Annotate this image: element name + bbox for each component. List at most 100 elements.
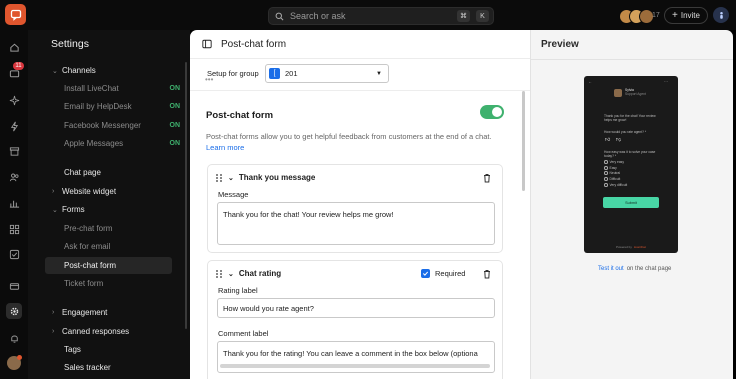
- thank-you-header[interactable]: ⌄ Thank you message: [228, 173, 315, 182]
- sidebar-item-ticket-form[interactable]: Ticket form: [52, 276, 180, 291]
- test-it-out-suffix: on the chat page: [626, 266, 672, 272]
- kbd-k: K: [476, 10, 489, 22]
- phone-option: Difficult: [604, 177, 620, 181]
- invite-label: Invite: [680, 11, 700, 20]
- chat-rating-title: Chat rating: [238, 269, 282, 278]
- sidebar-item-label: Install LiveChat: [64, 84, 119, 93]
- sidebar-item-label: Email by HelpDesk: [64, 102, 132, 111]
- plus-icon: +: [672, 9, 678, 21]
- invite-button[interactable]: + Invite: [664, 7, 708, 24]
- back-arrow-icon: ←: [588, 79, 592, 84]
- rating-label-value: How would you rate agent?: [223, 303, 314, 313]
- divider: [531, 59, 733, 60]
- customers-icon[interactable]: [6, 169, 22, 185]
- sidebar-item-website-widget[interactable]: › Website widget: [52, 184, 180, 199]
- trash-icon[interactable]: [482, 269, 492, 279]
- phone-option-label: Easy: [609, 166, 617, 170]
- sidebar-item-post-chat-form[interactable]: Post-chat form: [45, 257, 172, 274]
- sidebar-item-facebook-messenger[interactable]: Facebook Messenger ON: [52, 118, 180, 133]
- phone-question-1: How would you rate agent? *: [604, 130, 647, 134]
- sidebar-item-label: Tags: [64, 345, 81, 354]
- checklist-icon[interactable]: [6, 246, 22, 262]
- rating-label-field[interactable]: How would you rate agent?: [217, 298, 495, 318]
- sidebar-item-install-livechat[interactable]: Install LiveChat ON: [52, 81, 180, 96]
- drag-handle-icon[interactable]: [215, 173, 223, 183]
- post-chat-toggle[interactable]: [480, 105, 504, 119]
- archive-icon[interactable]: [6, 143, 22, 159]
- status-badge: ON: [169, 85, 181, 92]
- test-it-out-link[interactable]: Test it out: [598, 266, 624, 272]
- group-select[interactable]: [ 201 ▼: [265, 64, 389, 83]
- bell-icon[interactable]: [6, 330, 22, 346]
- comment-label-value: Thank you for the rating! You can leave …: [223, 349, 478, 358]
- sidebar-item-tags[interactable]: Tags: [52, 342, 180, 357]
- sidebar-item-forms[interactable]: ⌄ Forms: [52, 202, 180, 217]
- status-badge: ON: [169, 122, 181, 129]
- more-dots-icon[interactable]: •••: [205, 75, 213, 84]
- sidebar-item-label: Facebook Messenger: [64, 121, 141, 130]
- sidebar-item-apple-messages[interactable]: Apple Messages ON: [52, 136, 180, 151]
- divider: [190, 90, 530, 91]
- sidebar-item-canned-responses[interactable]: › Canned responses: [52, 324, 180, 339]
- sidebar-item-channels[interactable]: ⌄ Channels: [52, 63, 180, 78]
- chevron-down-icon: ⌄: [228, 174, 234, 182]
- reports-icon[interactable]: [6, 195, 22, 211]
- sidebar-item-email-helpdesk[interactable]: Email by HelpDesk ON: [52, 99, 180, 114]
- search-bar[interactable]: Search or ask ⌘ K: [268, 7, 494, 25]
- drag-handle-icon[interactable]: [215, 269, 223, 279]
- main-scrollbar[interactable]: [522, 91, 525, 191]
- status-badge: ON: [169, 103, 181, 110]
- search-icon: [275, 12, 284, 20]
- message-field[interactable]: Thank you for the chat! Your review help…: [217, 202, 495, 245]
- comment-label-field[interactable]: Thank you for the rating! You can leave …: [217, 341, 495, 373]
- sidebar-item-engagement[interactable]: › Engagement: [52, 305, 180, 320]
- settings-gear-icon[interactable]: [6, 303, 22, 319]
- sidebar-item-ask-for-email[interactable]: Ask for email: [52, 239, 180, 254]
- sidebar-item-sales-tracker[interactable]: Sales tracker: [52, 360, 180, 375]
- kbd-cmd: ⌘: [457, 10, 470, 22]
- home-icon[interactable]: [6, 39, 22, 55]
- sidebar-toggle-icon[interactable]: [202, 39, 212, 49]
- phone-question-2: How easy was it to solve your case today…: [604, 150, 656, 158]
- test-it-out: Test it out on the chat page: [598, 266, 671, 272]
- checkbox-checked-icon: [421, 269, 430, 278]
- trash-icon[interactable]: [482, 173, 492, 183]
- rating-label-caption: Rating label: [218, 286, 258, 295]
- app-logo[interactable]: [5, 4, 26, 25]
- sparkle-icon[interactable]: [6, 92, 22, 108]
- sidebar-scrollbar[interactable]: [185, 62, 187, 329]
- horizontal-scrollbar[interactable]: [220, 364, 490, 368]
- thumbs-down-icon: 👎︎: [616, 137, 622, 143]
- agent-avatar: [614, 89, 622, 97]
- billing-icon[interactable]: [6, 278, 22, 294]
- page-title: Post-chat form: [221, 38, 287, 50]
- powered-by: Powered by LiveChat: [616, 245, 646, 249]
- chevron-down-icon: ⌄: [228, 270, 234, 278]
- sidebar-title: Settings: [51, 38, 89, 50]
- phone-option: Very difficult: [604, 183, 627, 187]
- online-avatars[interactable]: [619, 9, 654, 24]
- sidebar-item-pre-chat-form[interactable]: Pre-chat form: [52, 221, 180, 236]
- apps-icon[interactable]: [6, 221, 22, 237]
- chevron-right-icon: ›: [52, 309, 55, 316]
- help-button[interactable]: [713, 7, 729, 23]
- chat-rating-header[interactable]: ⌄ Chat rating: [228, 269, 281, 278]
- phone-message: Thank you for the chat! Your review help…: [604, 114, 656, 122]
- group-icon: [: [269, 68, 280, 79]
- section-description: Post-chat forms allow you to get helpful…: [206, 132, 504, 153]
- sidebar-item-label: Channels: [62, 66, 96, 75]
- message-value: Thank you for the chat! Your review help…: [223, 210, 394, 219]
- sidebar-item-chat-page[interactable]: Chat page: [52, 165, 180, 180]
- learn-more-link[interactable]: Learn more: [206, 143, 244, 152]
- lightning-icon[interactable]: [6, 118, 22, 134]
- phone-preview: ← ⋯ Sylvia Support Agent: [584, 76, 678, 253]
- sidebar-item-label: Post-chat form: [64, 261, 117, 270]
- sidebar-item-label: Sales tracker: [64, 363, 111, 372]
- user-avatar[interactable]: [6, 355, 22, 371]
- dropdown-caret-icon: ▼: [376, 70, 382, 77]
- phone-option-label: Difficult: [609, 177, 621, 181]
- more-icon: ⋯: [664, 79, 668, 84]
- required-checkbox[interactable]: Required: [421, 269, 465, 278]
- status-dot-icon: [17, 355, 22, 360]
- person-icon: [719, 11, 723, 19]
